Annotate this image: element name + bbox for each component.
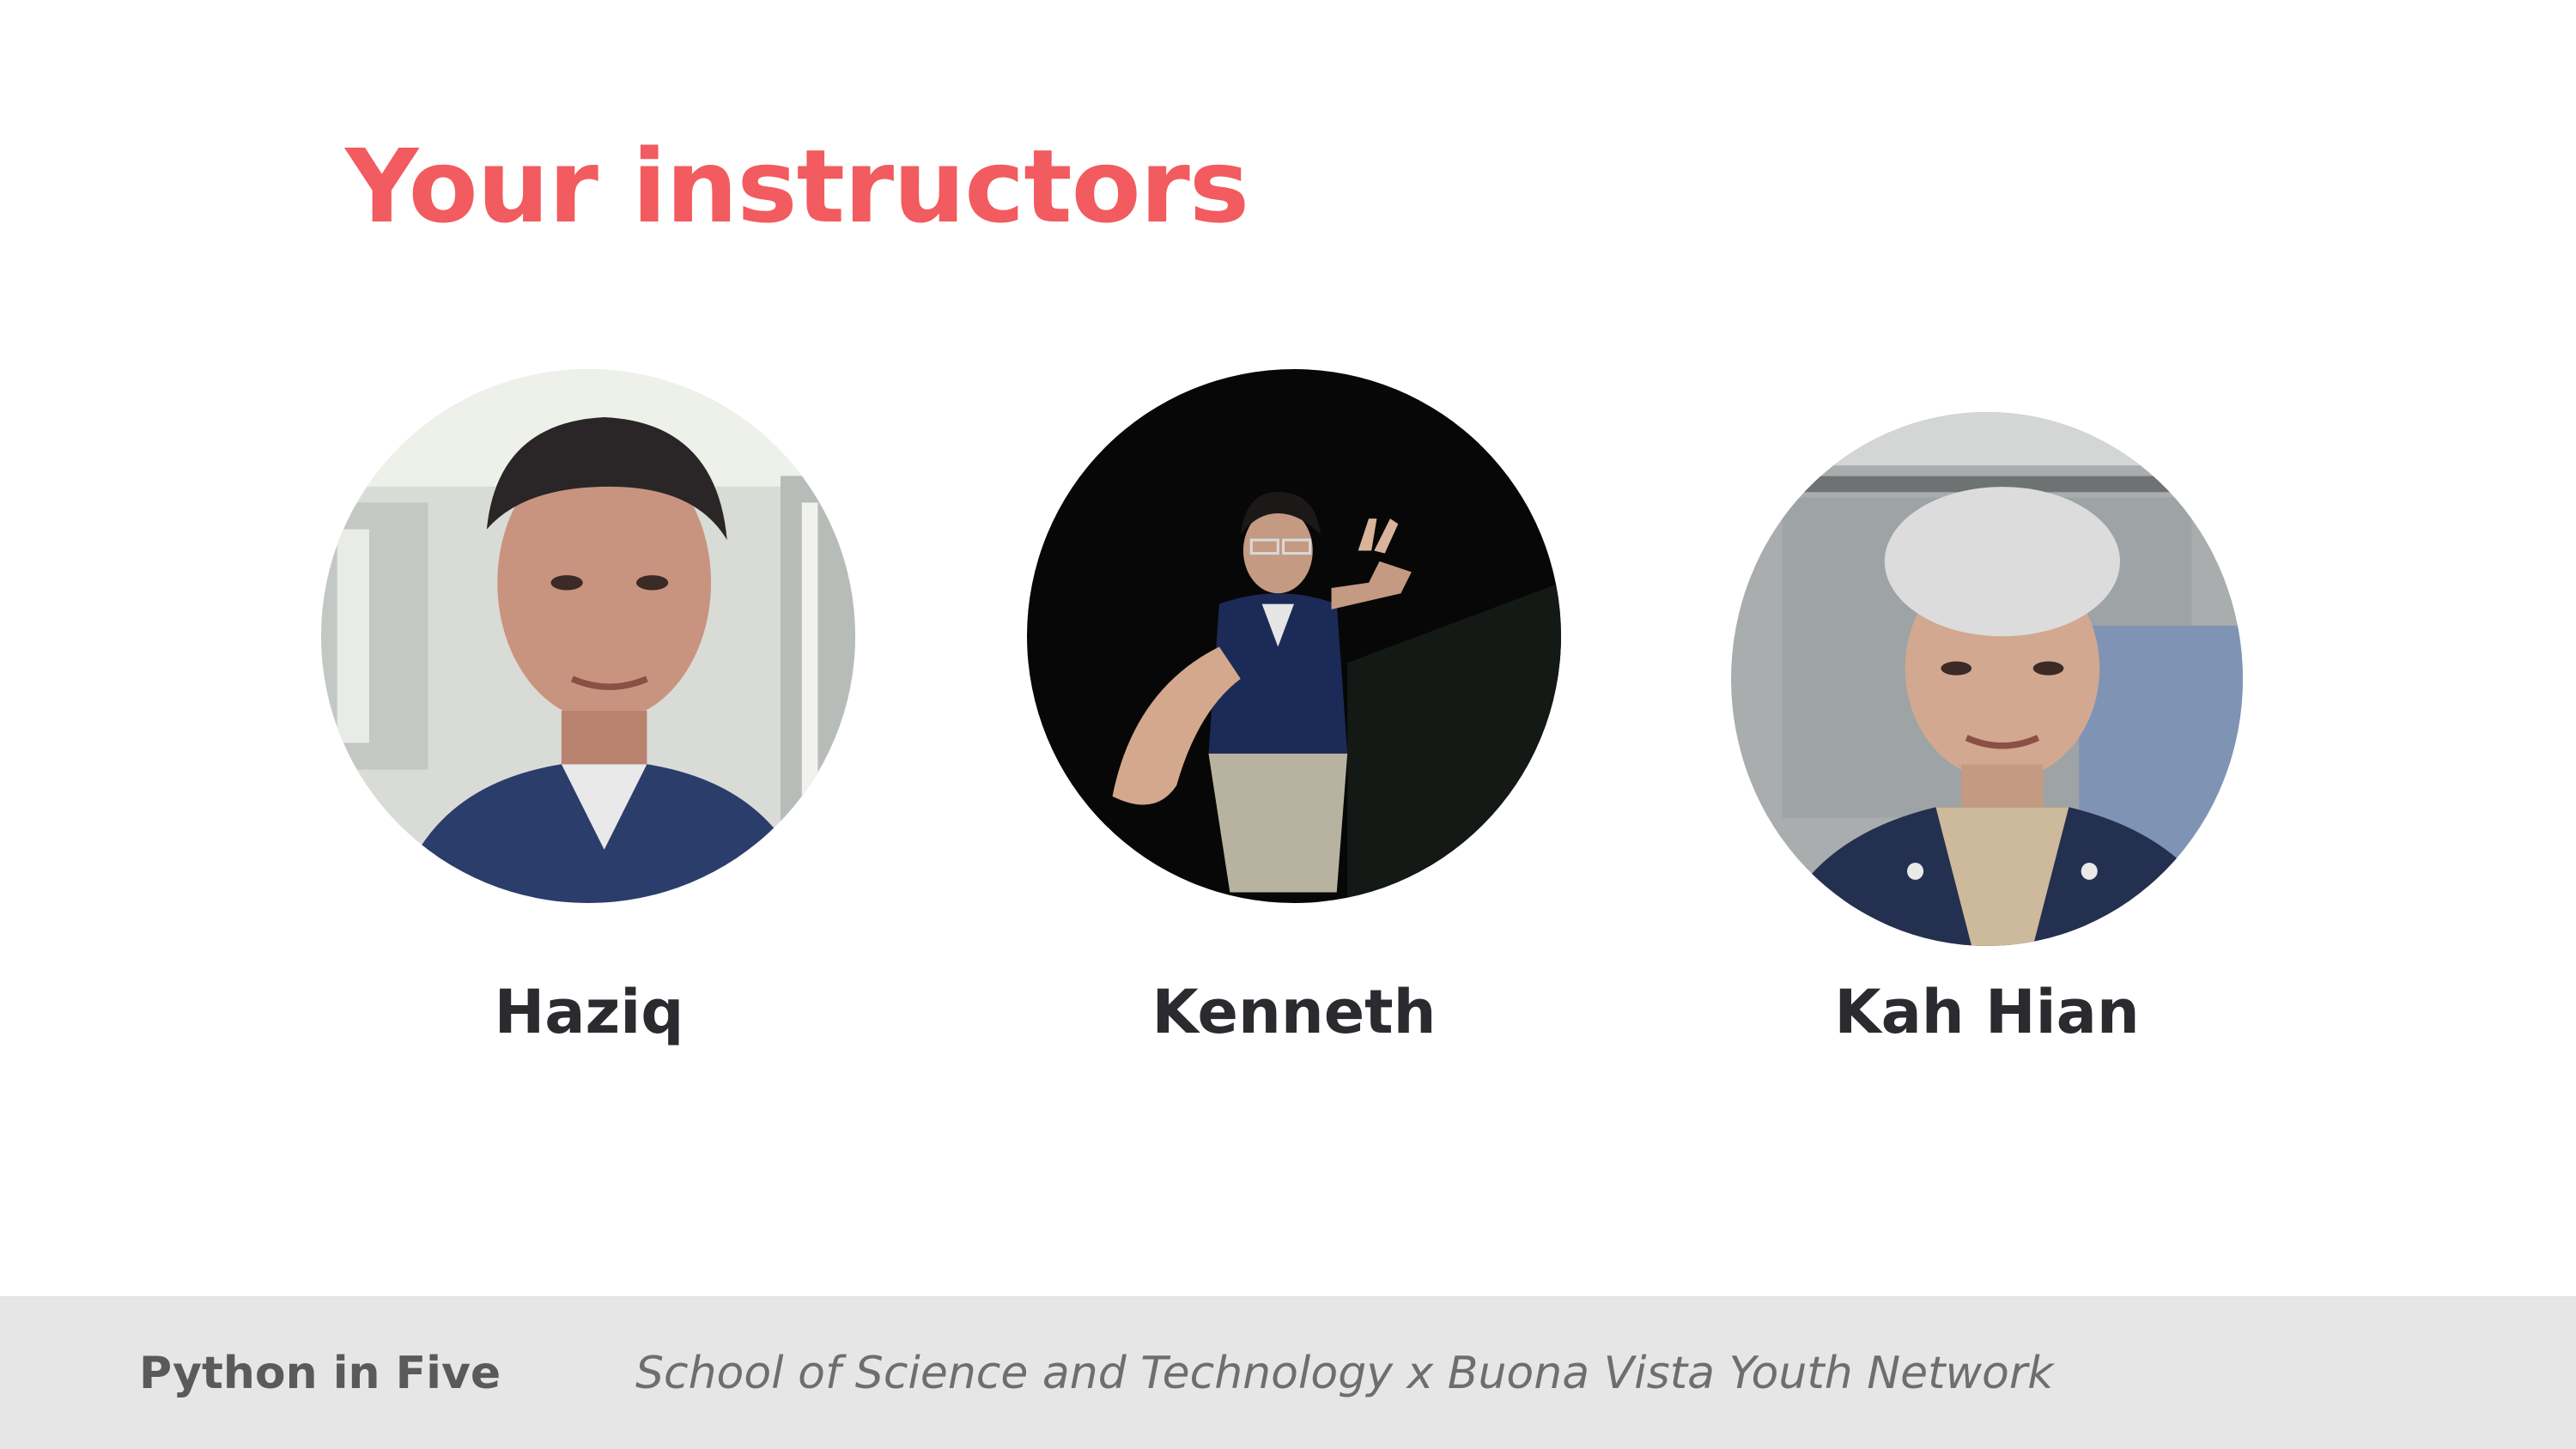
slide: Your instructors Haziq Kenneth Kah Hian …	[0, 0, 2576, 1449]
instructor-photo-haziq	[321, 369, 855, 903]
instructor-photo-kah-hian	[1731, 412, 2243, 946]
instructor-name-kah-hian: Kah Hian	[1834, 977, 2140, 1047]
footer-course-name: Python in Five	[139, 1348, 501, 1399]
footer-bar: Python in Five School of Science and Tec…	[0, 1296, 2576, 1449]
footer-organizations: School of Science and Technology x Buona…	[635, 1348, 2054, 1399]
portrait-image	[1731, 412, 2243, 946]
instructor-name-haziq: Haziq	[494, 977, 684, 1047]
instructor-name-kenneth: Kenneth	[1151, 977, 1437, 1047]
slide-title: Your instructors	[345, 127, 1249, 246]
portrait-image	[321, 369, 855, 903]
instructor-photo-kenneth	[1027, 369, 1561, 903]
portrait-image	[1027, 369, 1561, 903]
